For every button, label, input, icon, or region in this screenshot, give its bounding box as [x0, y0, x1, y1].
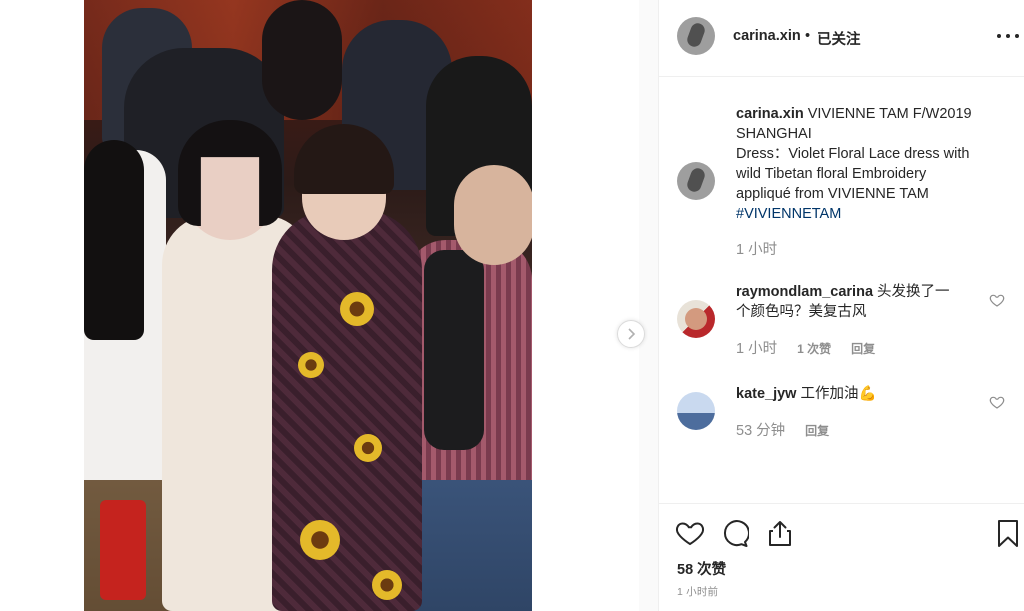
post-author-username[interactable]: carina.xin: [733, 28, 801, 44]
chevron-right-icon: [628, 328, 636, 340]
more-options-icon[interactable]: [997, 26, 1019, 46]
post-photo[interactable]: [84, 0, 532, 611]
caption-line: wild Tibetan floral Embroidery: [736, 166, 927, 182]
comment-line: 工作加油💪: [800, 386, 877, 402]
header-separator: •: [805, 28, 811, 44]
photo-flower: [298, 352, 324, 378]
caption-meta: 1 小时: [736, 238, 777, 259]
comment-text: raymondlam_carina 头发换了一 个颜色吗？美复古风: [736, 282, 996, 322]
post-timestamp[interactable]: 1 小时前: [677, 584, 718, 599]
caption-line: VIVIENNE TAM F/W2019: [807, 106, 972, 122]
media-viewer: [0, 0, 639, 611]
comment-meta: 1 小时 1 次赞 回复: [736, 337, 875, 358]
caption-username[interactable]: carina.xin: [736, 106, 804, 122]
bookmark-icon[interactable]: [993, 518, 1023, 548]
photo-audience-member: [262, 0, 342, 120]
heart-icon[interactable]: [675, 518, 705, 548]
photo-flower: [300, 520, 340, 560]
caption-line: appliqué from VIVIENNE TAM: [736, 186, 929, 202]
comment-timestamp[interactable]: 53 分钟: [736, 419, 785, 440]
comments-section[interactable]: carina.xin VIVIENNE TAM F/W2019 SHANGHAI…: [659, 78, 1024, 502]
photo-flower: [354, 434, 382, 462]
caption-text: carina.xin VIVIENNE TAM F/W2019 SHANGHAI…: [736, 104, 996, 224]
avatar[interactable]: [677, 300, 715, 338]
photo-lace-dress: [272, 210, 422, 611]
caption-timestamp[interactable]: 1 小时: [736, 238, 777, 259]
following-button[interactable]: 已关注: [817, 28, 861, 49]
avatar[interactable]: [677, 17, 715, 55]
avatar[interactable]: [677, 162, 715, 200]
comment-likes[interactable]: 1 次赞: [797, 340, 831, 357]
avatar[interactable]: [677, 392, 715, 430]
photo-jacket: [424, 250, 484, 450]
reply-button[interactable]: 回复: [805, 422, 829, 439]
post-panel: carina.xin • 已关注 carina.xin VIVIENNE TAM…: [658, 0, 1024, 611]
share-icon[interactable]: [765, 518, 795, 548]
next-photo-button[interactable]: [617, 320, 645, 348]
likes-count[interactable]: 58 次赞: [677, 558, 726, 579]
comment-line: 个颜色吗？美复古风: [736, 304, 867, 320]
post-header: carina.xin • 已关注: [659, 0, 1024, 77]
caption-line: Dress：Violet Floral Lace dress with: [736, 146, 970, 162]
comment-username[interactable]: raymondlam_carina: [736, 284, 873, 300]
photo-flower: [372, 570, 402, 600]
photo-red-bag: [100, 500, 146, 600]
photo-face: [454, 165, 532, 265]
comment-text: kate_jyw 工作加油💪: [736, 384, 996, 404]
comment-meta: 53 分钟 回复: [736, 419, 829, 440]
comment-timestamp[interactable]: 1 小时: [736, 337, 777, 358]
heart-icon[interactable]: [989, 394, 1005, 410]
photo-flower: [340, 292, 374, 326]
heart-icon[interactable]: [989, 292, 1005, 308]
comment-line: 头发换了一: [877, 284, 950, 300]
reply-button[interactable]: 回复: [851, 340, 875, 357]
comment-username[interactable]: kate_jyw: [736, 386, 796, 402]
caption-line: SHANGHAI: [736, 126, 812, 142]
comment-icon[interactable]: [719, 518, 749, 548]
post-actions: 58 次赞 1 小时前: [659, 503, 1024, 611]
photo-person-left-hair: [84, 140, 144, 340]
hashtag-link[interactable]: #VIVIENNETAM: [736, 204, 996, 224]
